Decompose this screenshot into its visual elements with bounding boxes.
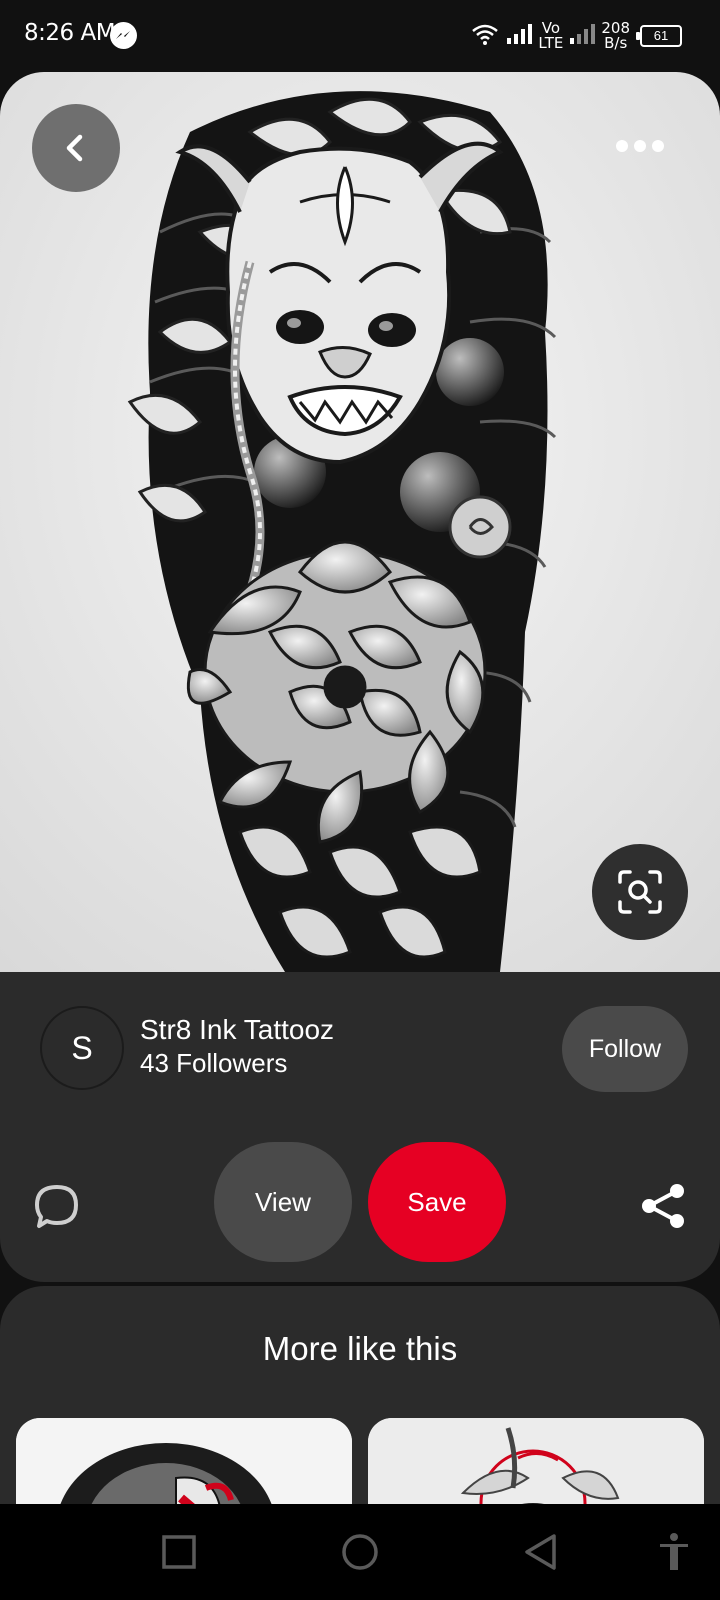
- related-pin-thumbnail[interactable]: [368, 1418, 704, 1504]
- back-button[interactable]: [32, 104, 120, 192]
- home-button[interactable]: [336, 1528, 384, 1576]
- triangle-back-icon: [525, 1534, 556, 1570]
- accessibility-button[interactable]: [650, 1528, 698, 1576]
- view-button[interactable]: View: [214, 1142, 352, 1262]
- square-icon: [162, 1535, 196, 1569]
- share-icon: [642, 1184, 684, 1228]
- circle-icon: [342, 1534, 378, 1570]
- network-type: Vo LTE: [538, 19, 564, 52]
- more-options-button[interactable]: [600, 130, 680, 162]
- wifi-icon: [470, 22, 500, 51]
- system-nav-bar: [0, 1504, 720, 1600]
- related-pin-thumbnail[interactable]: [16, 1418, 352, 1504]
- battery-indicator: 61: [636, 25, 682, 47]
- messenger-icon: [110, 22, 137, 49]
- action-row: View Save: [0, 1142, 720, 1282]
- visual-search-button[interactable]: [592, 844, 688, 940]
- status-bar: 8:26 AM Vo LTE 208 B/s 61: [0, 0, 720, 72]
- comment-icon: [35, 1185, 78, 1228]
- status-icons: Vo LTE 208 B/s 61: [470, 18, 682, 54]
- save-button[interactable]: Save: [368, 1142, 506, 1262]
- more-dot-icon: [634, 140, 646, 152]
- creator-row: S Str8 Ink Tattooz 43 Followers Follow: [0, 972, 720, 1142]
- more-dot-icon: [652, 140, 664, 152]
- chevron-left-icon: [66, 134, 83, 162]
- pin-card: S Str8 Ink Tattooz 43 Followers Follow V…: [0, 72, 720, 1282]
- visual-search-icon: [618, 870, 662, 914]
- system-back-button[interactable]: [516, 1528, 564, 1576]
- creator-name[interactable]: Str8 Ink Tattooz: [140, 1014, 334, 1046]
- more-dot-icon: [616, 140, 628, 152]
- network-speed: 208 B/s: [601, 19, 630, 52]
- accessibility-icon: [660, 1533, 688, 1570]
- avatar[interactable]: S: [40, 1006, 124, 1090]
- signal-icon: [506, 22, 533, 51]
- share-button[interactable]: [636, 1178, 692, 1234]
- follow-button[interactable]: Follow: [562, 1006, 688, 1092]
- recents-button[interactable]: [155, 1528, 203, 1576]
- more-like-this-section: More like this: [0, 1286, 720, 1504]
- status-time: 8:26 AM: [24, 20, 116, 46]
- pin-image[interactable]: [0, 72, 720, 972]
- signal-icon-2: [569, 22, 596, 51]
- more-like-this-title: More like this: [262, 1330, 458, 1367]
- creator-followers: 43 Followers: [140, 1048, 288, 1078]
- comment-button[interactable]: [30, 1180, 84, 1234]
